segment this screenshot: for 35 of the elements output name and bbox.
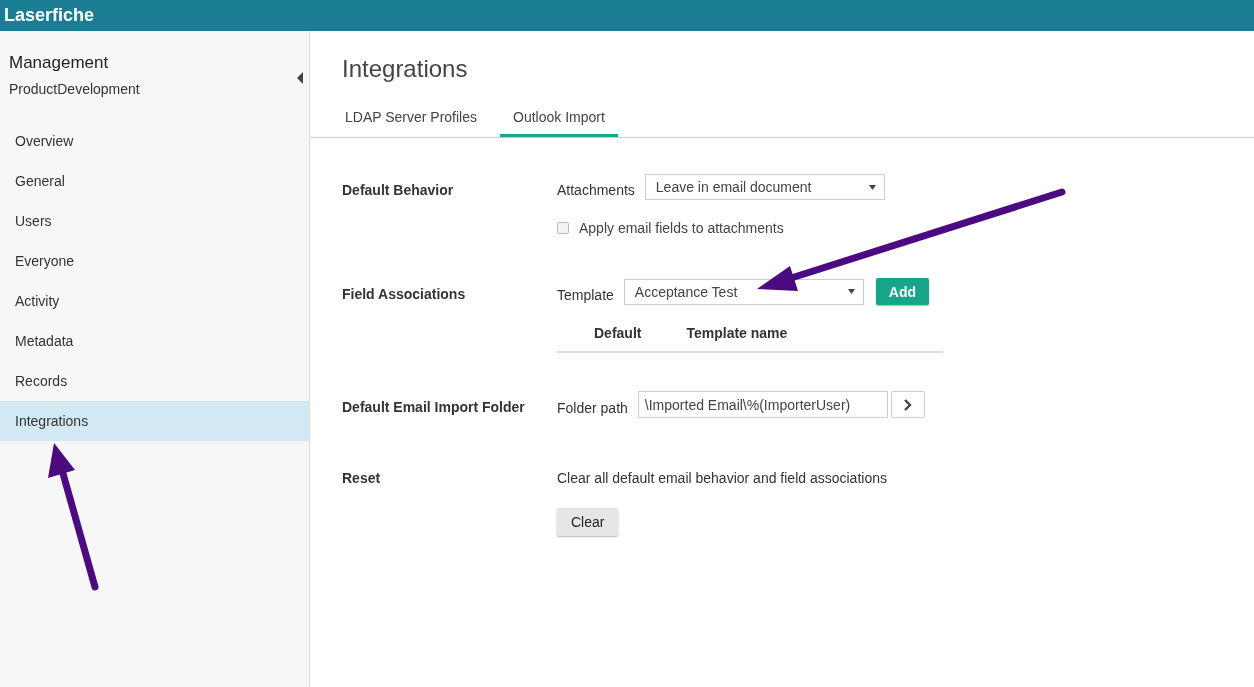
sidebar-item[interactable]: Records — [0, 361, 309, 401]
caret-icon — [847, 289, 855, 294]
checkbox-label[interactable]: Apply email fields to attachments — [557, 220, 885, 236]
column-header: Default — [594, 325, 642, 341]
sidebar-item[interactable]: Activity — [0, 281, 309, 321]
section-label: Reset — [342, 469, 382, 488]
sidebar-subtitle: ProductDevelopment — [8, 81, 141, 97]
field-label: Template — [557, 285, 614, 303]
clear-button[interactable]: Clear — [557, 508, 619, 536]
caret-icon — [868, 184, 876, 190]
section-label: Default Email Import Folder — [342, 398, 526, 417]
sidebar-item[interactable]: Integrations — [0, 401, 309, 441]
collapse-icon[interactable] — [297, 72, 303, 84]
browse-button[interactable] — [890, 391, 925, 418]
checkbox[interactable] — [557, 222, 569, 234]
template-dropdown[interactable]: Acceptance Test — [623, 278, 864, 305]
section-label: Default Behavior — [342, 181, 455, 200]
tab[interactable]: LDAP Server Profiles — [332, 101, 490, 137]
page-title: Integrations — [341, 54, 469, 83]
reset-description: Clear all default email behavior and field associations — [557, 469, 887, 486]
field-label: Folder path — [557, 398, 628, 416]
folder-path-field[interactable]: \Imported Email\%(ImporterUser) — [637, 391, 888, 418]
section-label: Field Associations — [342, 285, 467, 304]
attachments-dropdown[interactable]: Leave in email document — [644, 174, 885, 200]
logo: Laserfiche — [4, 5, 95, 26]
sidebar-item[interactable]: Users — [0, 201, 309, 241]
column-header: Template name — [686, 325, 788, 341]
field-label: Attachments — [557, 181, 635, 198]
sidebar-item[interactable]: Metadata — [0, 321, 309, 361]
sidebar-item[interactable]: Overview — [0, 121, 309, 161]
sidebar-title: Management — [8, 53, 110, 73]
chevron-right-icon — [903, 398, 913, 411]
sidebar-item[interactable]: Everyone — [0, 241, 309, 281]
sidebar-item[interactable]: General — [0, 161, 309, 201]
tab[interactable]: Outlook Import — [500, 101, 618, 137]
